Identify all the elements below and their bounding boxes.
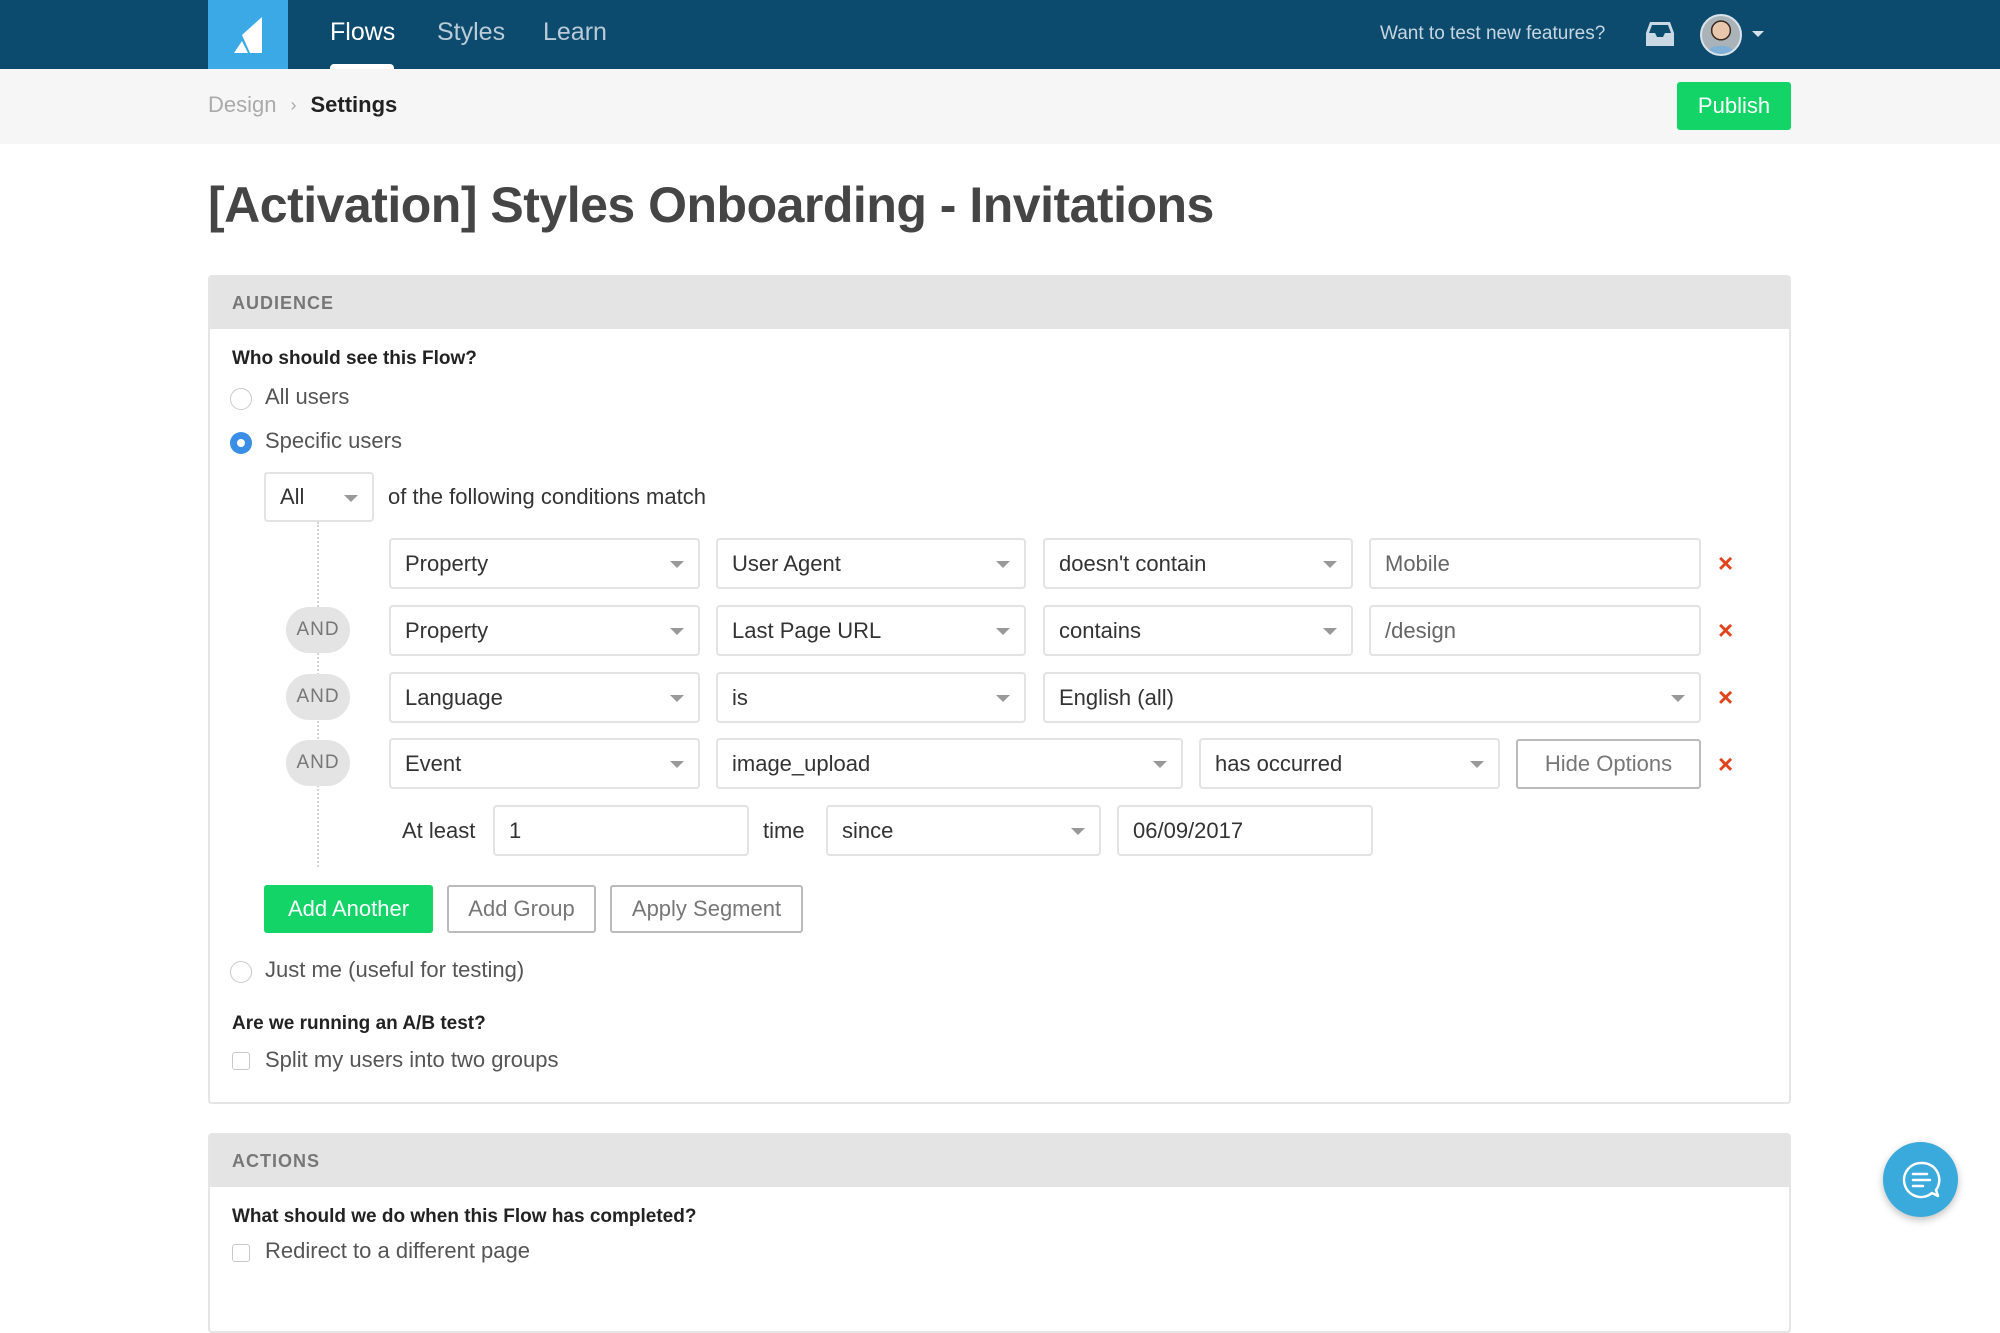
condition-2-value-input[interactable]: /design <box>1369 605 1701 656</box>
condition-2-type-value: Property <box>405 617 489 643</box>
condition-4-operator-select[interactable]: has occurred <box>1199 738 1500 789</box>
condition-1-value-input[interactable]: Mobile <box>1369 538 1701 589</box>
all-users-label[interactable]: All users <box>265 384 349 410</box>
remove-condition-1-icon[interactable]: × <box>1718 550 1733 576</box>
and-connector: AND <box>286 740 350 786</box>
condition-4-operator-value: has occurred <box>1215 750 1343 776</box>
condition-1-operator-select[interactable]: doesn't contain <box>1043 538 1353 589</box>
ab-test-question: Are we running an A/B test? <box>232 1013 486 1034</box>
just-me-label[interactable]: Just me (useful for testing) <box>265 957 524 983</box>
condition-1-field-select[interactable]: User Agent <box>716 538 1026 589</box>
caret-down-icon <box>344 495 358 502</box>
caret-down-icon <box>996 695 1010 702</box>
match-mode-value: All <box>280 484 305 509</box>
redirect-label[interactable]: Redirect to a different page <box>265 1238 530 1264</box>
tab-flows[interactable]: Flows <box>330 18 395 47</box>
breadcrumb-current: Settings <box>310 92 398 117</box>
app-logo[interactable] <box>208 0 288 69</box>
actions-card: ACTIONS <box>208 1133 1791 1333</box>
audience-header: AUDIENCE <box>210 277 1789 329</box>
and-connector: AND <box>286 607 350 653</box>
at-least-label: At least <box>402 818 476 843</box>
top-navbar: Flows Styles Learn Want to test new feat… <box>0 0 2000 70</box>
condition-1-type-select[interactable]: Property <box>389 538 700 589</box>
caret-down-icon <box>996 628 1010 635</box>
add-another-button[interactable]: Add Another <box>264 885 433 933</box>
caret-down-icon <box>670 695 684 702</box>
match-description: of the following conditions match <box>388 484 706 509</box>
split-users-label[interactable]: Split my users into two groups <box>265 1047 558 1073</box>
radio-all-users[interactable] <box>230 388 252 410</box>
breadcrumb: Design › Settings <box>208 92 397 118</box>
user-avatar[interactable] <box>1700 14 1742 56</box>
condition-1-operator-value: doesn't contain <box>1059 550 1207 576</box>
specific-users-label[interactable]: Specific users <box>265 428 402 454</box>
caret-down-icon <box>670 628 684 635</box>
chevron-right-icon: › <box>290 94 297 115</box>
chat-support-button[interactable] <box>1883 1142 1958 1217</box>
split-users-checkbox[interactable] <box>232 1052 250 1070</box>
condition-1-field-value: User Agent <box>732 550 841 576</box>
radio-just-me[interactable] <box>230 961 252 983</box>
condition-4-type-select[interactable]: Event <box>389 738 700 789</box>
condition-3-type-select[interactable]: Language <box>389 672 700 723</box>
actions-header: ACTIONS <box>210 1135 1789 1187</box>
remove-condition-4-icon[interactable]: × <box>1718 751 1733 777</box>
redirect-checkbox[interactable] <box>232 1244 250 1262</box>
condition-4-event-value: image_upload <box>732 750 871 776</box>
breadcrumb-design-link[interactable]: Design <box>208 92 276 118</box>
caret-down-icon <box>1071 828 1085 835</box>
sub-header: Design › Settings Publish <box>0 69 2000 144</box>
remove-condition-2-icon[interactable]: × <box>1718 617 1733 643</box>
condition-2-field-select[interactable]: Last Page URL <box>716 605 1026 656</box>
condition-1-type-value: Property <box>405 550 489 576</box>
condition-4-event-select[interactable]: image_upload <box>716 738 1183 789</box>
inbox-icon[interactable] <box>1646 21 1674 47</box>
condition-2-type-select[interactable]: Property <box>389 605 700 656</box>
hide-options-button[interactable]: Hide Options <box>1516 739 1701 789</box>
match-mode-select[interactable]: All <box>264 472 374 522</box>
remove-condition-3-icon[interactable]: × <box>1718 684 1733 710</box>
tab-styles[interactable]: Styles <box>437 18 505 47</box>
caret-down-icon <box>996 561 1010 568</box>
since-date-input[interactable]: 06/09/2017 <box>1117 805 1373 856</box>
add-group-button[interactable]: Add Group <box>447 885 596 933</box>
caret-down-icon <box>1470 761 1484 768</box>
caret-down-icon <box>1671 695 1685 702</box>
time-label: time <box>763 818 805 843</box>
publish-button[interactable]: Publish <box>1677 82 1791 130</box>
tab-learn[interactable]: Learn <box>543 18 607 47</box>
caret-down-icon[interactable] <box>1752 31 1764 37</box>
page-title: [Activation] Styles Onboarding - Invitat… <box>208 177 1214 233</box>
radio-specific-users[interactable] <box>230 432 252 454</box>
and-connector: AND <box>286 674 350 720</box>
audience-question: Who should see this Flow? <box>232 348 477 369</box>
caret-down-icon <box>1153 761 1167 768</box>
apply-segment-button[interactable]: Apply Segment <box>610 885 803 933</box>
caret-down-icon <box>1323 561 1337 568</box>
chat-bubble-icon <box>1902 1161 1941 1198</box>
avatar-image <box>1706 46 1736 54</box>
appcues-logo-icon <box>234 16 262 53</box>
caret-down-icon <box>670 561 684 568</box>
condition-3-operator-value: is <box>732 684 748 710</box>
event-count-input[interactable]: 1 <box>493 805 749 856</box>
condition-3-value: English (all) <box>1059 684 1174 710</box>
condition-2-field-value: Last Page URL <box>732 617 882 643</box>
test-new-features-link[interactable]: Want to test new features? <box>1380 23 1605 45</box>
condition-2-operator-select[interactable]: contains <box>1043 605 1353 656</box>
since-value: since <box>842 817 894 843</box>
actions-question: What should we do when this Flow has com… <box>232 1206 697 1227</box>
condition-3-operator-select[interactable]: is <box>716 672 1026 723</box>
caret-down-icon <box>1323 628 1337 635</box>
condition-2-operator-value: contains <box>1059 617 1141 643</box>
since-select[interactable]: since <box>826 805 1101 856</box>
caret-down-icon <box>670 761 684 768</box>
condition-3-value-select[interactable]: English (all) <box>1043 672 1701 723</box>
condition-4-type-value: Event <box>405 750 462 776</box>
condition-3-type-value: Language <box>405 684 503 710</box>
